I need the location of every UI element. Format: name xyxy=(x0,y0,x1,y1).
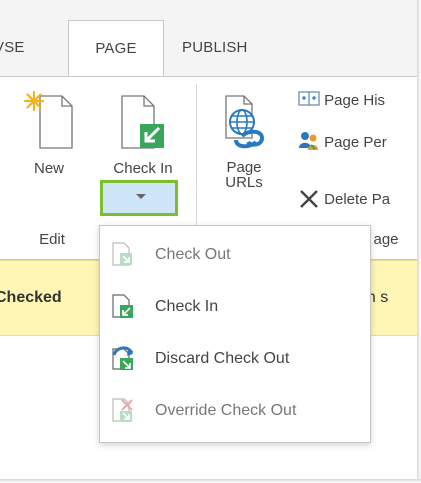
window-shadow-right xyxy=(417,0,421,483)
delete-page-button[interactable]: Delete Pa xyxy=(298,187,390,213)
tab-publish[interactable]: PUBLISH xyxy=(182,20,272,76)
group-separator xyxy=(196,84,197,226)
menu-item-check-out[interactable]: Check Out xyxy=(100,229,370,281)
new-page-icon xyxy=(23,90,73,149)
check-in-dropdown-menu: Check Out Check In Discard Check Out Ove… xyxy=(99,225,371,443)
tab-browse[interactable]: VSE xyxy=(0,20,54,76)
close-icon xyxy=(300,190,318,208)
menu-item-discard-check-out[interactable]: Discard Check Out xyxy=(100,333,370,385)
check-in-button-label: Check In xyxy=(113,160,173,177)
page-permissions-label: Page Per xyxy=(324,134,387,151)
new-button-label: New xyxy=(33,160,64,177)
menu-item-label: Discard Check Out xyxy=(155,350,290,367)
menu-item-label: Check In xyxy=(155,298,219,315)
check-in-ribbon-button[interactable] xyxy=(112,90,174,152)
page-urls-button[interactable] xyxy=(222,92,272,154)
window-shadow-bottom xyxy=(0,479,421,483)
page-history-icon xyxy=(298,91,320,106)
page-urls-label-line2: URLs xyxy=(225,174,263,191)
page-urls-icon xyxy=(225,95,265,149)
new-page-button[interactable] xyxy=(22,90,78,152)
page-urls-label-line1: Page xyxy=(226,159,262,176)
page-history-label: Page His xyxy=(324,92,386,109)
check-in-dropdown-arrow[interactable] xyxy=(100,180,178,216)
group-label-edit: Edit xyxy=(39,231,65,248)
page-permissions-icon xyxy=(299,132,318,150)
chevron-down-icon xyxy=(136,194,146,199)
menu-item-override-check-out[interactable]: Override Check Out xyxy=(100,385,370,437)
discard-check-out-icon xyxy=(110,345,134,371)
tab-page-label: PAGE xyxy=(95,40,137,57)
check-in-icon xyxy=(110,293,134,319)
ribbon-window: VSE PAGE PUBLISH New xyxy=(0,0,417,479)
status-text-left: Checked xyxy=(0,289,62,306)
tab-publish-label: PUBLISH xyxy=(182,39,248,56)
tab-browse-label: VSE xyxy=(0,39,25,56)
menu-item-check-in[interactable]: Check In xyxy=(100,281,370,333)
page-history-button[interactable]: Page His xyxy=(298,88,385,114)
check-out-icon xyxy=(110,241,134,267)
page-urls-label: Page URLs xyxy=(218,160,270,190)
tab-page[interactable]: PAGE xyxy=(68,20,164,78)
delete-page-label: Delete Pa xyxy=(324,191,391,208)
menu-item-label: Override Check Out xyxy=(155,402,297,419)
override-check-out-icon xyxy=(110,397,134,423)
group-label-manage: age xyxy=(373,231,399,248)
ribbon-tabs: VSE PAGE PUBLISH xyxy=(0,20,417,78)
menu-item-label: Check Out xyxy=(155,246,231,263)
page-permissions-button[interactable]: Page Per xyxy=(298,130,387,156)
check-in-large-icon xyxy=(121,95,164,149)
